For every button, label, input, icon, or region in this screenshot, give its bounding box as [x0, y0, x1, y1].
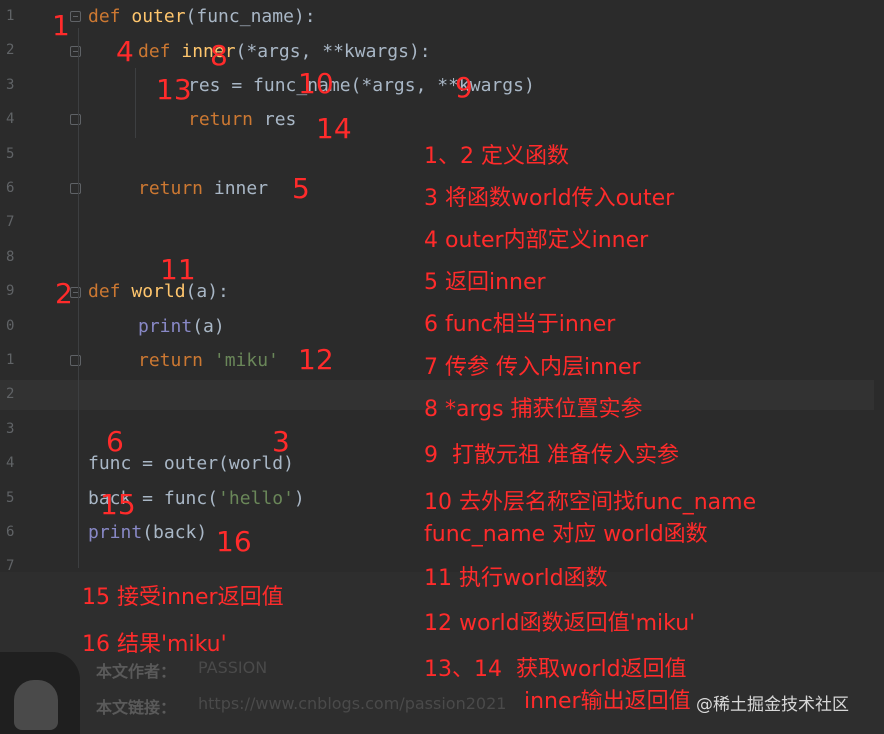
note-text: inner输出返回值	[524, 689, 691, 714]
keyword-return: return	[188, 109, 254, 130]
return-value: res	[253, 109, 297, 130]
code-line-4: return res	[188, 109, 296, 130]
note-text: 1、2 定义函数	[424, 144, 569, 169]
function-name: outer	[131, 6, 186, 27]
line-number: 3	[6, 421, 15, 437]
code-line-9: def world(a):	[88, 281, 229, 302]
note-text: 5 返回inner	[424, 270, 546, 295]
code-line-10: print(a)	[138, 316, 225, 337]
note-text: 12 world函数返回值'miku'	[424, 611, 696, 636]
line-number: 6	[6, 180, 15, 196]
line-number: 4	[6, 111, 15, 127]
keyword-def: def	[88, 6, 121, 27]
return-value: inner	[203, 178, 269, 199]
line-number: 6	[6, 524, 15, 540]
string-literal: 'hello'	[218, 488, 294, 509]
builtin-print: print	[88, 522, 143, 543]
step-marker: 4	[116, 35, 134, 68]
note-text: 7 传参 传入内层inner	[424, 355, 641, 380]
keyword-def: def	[88, 281, 121, 302]
note-text: 10 去外层名称空间找func_name	[424, 490, 757, 515]
indent-guide	[78, 28, 79, 568]
line-number: 2	[6, 42, 15, 58]
code-text: )	[293, 488, 305, 509]
step-marker: 10	[298, 67, 334, 100]
code-line-2: def inner(*args, **kwargs):	[138, 41, 431, 62]
step-marker: 15	[100, 488, 136, 521]
note-text: 15 接受inner返回值	[82, 585, 284, 610]
line-number: 0	[6, 318, 15, 334]
line-number: 1	[6, 352, 15, 368]
note-text: 6 func相当于inner	[424, 312, 616, 337]
call-args: (back)	[142, 522, 208, 543]
params: (func_name):	[185, 6, 316, 27]
line-number: 9	[6, 283, 15, 299]
keyword-return: return	[138, 350, 204, 371]
note-text: 8 *args 捕获位置实参	[424, 397, 643, 422]
step-marker: 12	[298, 343, 334, 376]
keyword-def: def	[138, 41, 171, 62]
line-number: 2	[6, 386, 15, 402]
line-number: 5	[6, 146, 15, 162]
line-number: 7	[6, 214, 15, 230]
note-text: func_name 对应 world函数	[424, 522, 708, 547]
watermark: @稀土掘金技术社区	[696, 695, 849, 715]
step-marker: 3	[272, 425, 290, 458]
keyword-return: return	[138, 178, 204, 199]
screenshot: 1 2 3 4 5 6 7 8 9 0 1 2 3 4 5 6 7 def ou…	[0, 0, 884, 734]
line-number: 1	[6, 8, 15, 24]
params: (*args, **kwargs):	[235, 41, 431, 62]
line-number: 3	[6, 77, 15, 93]
string-literal: 'miku'	[213, 350, 279, 371]
fold-end-icon[interactable]	[70, 114, 81, 125]
step-marker: 9	[455, 71, 473, 104]
author-label: 本文作者：	[96, 662, 177, 681]
code-line-3: res = func_name(*args, **kwargs)	[188, 75, 535, 96]
step-marker: 11	[160, 253, 196, 286]
step-marker: 14	[316, 112, 352, 145]
avatar-face	[14, 680, 58, 730]
step-marker: 1	[52, 9, 70, 42]
note-text: 11 执行world函数	[424, 566, 608, 591]
note-text: 9 打散元祖 准备传入实参	[424, 443, 679, 468]
note-text: 16 结果'miku'	[82, 632, 227, 657]
code-line-1: def outer(func_name):	[88, 6, 316, 27]
line-number: 5	[6, 490, 15, 506]
link-label: 本文链接：	[96, 698, 177, 717]
step-marker: 6	[106, 425, 124, 458]
step-marker: 13	[156, 73, 192, 106]
code-line-16: print(back)	[88, 522, 207, 543]
line-number: 4	[6, 455, 15, 471]
note-text: 3 将函数world传入outer	[424, 186, 675, 211]
article-link[interactable]: https://www.cnblogs.com/passion2021	[198, 694, 506, 713]
code-line-11: return 'miku'	[138, 350, 279, 371]
step-marker: 16	[216, 525, 252, 558]
fold-end-icon[interactable]	[70, 355, 81, 366]
step-marker: 5	[292, 172, 310, 205]
fold-icon[interactable]	[70, 46, 81, 57]
fold-end-icon[interactable]	[70, 183, 81, 194]
code-line-6: return inner	[138, 178, 268, 199]
step-marker: 2	[55, 277, 73, 310]
step-marker: 8	[210, 39, 228, 72]
author-value: PASSION	[198, 658, 268, 677]
note-text: 4 outer内部定义inner	[424, 228, 649, 253]
fold-icon[interactable]	[70, 11, 81, 22]
note-text: 13、14 获取world返回值	[424, 657, 687, 682]
builtin-print: print	[138, 316, 193, 337]
call-args: (a)	[192, 316, 225, 337]
line-number: 8	[6, 249, 15, 265]
indent-guide	[135, 68, 136, 138]
